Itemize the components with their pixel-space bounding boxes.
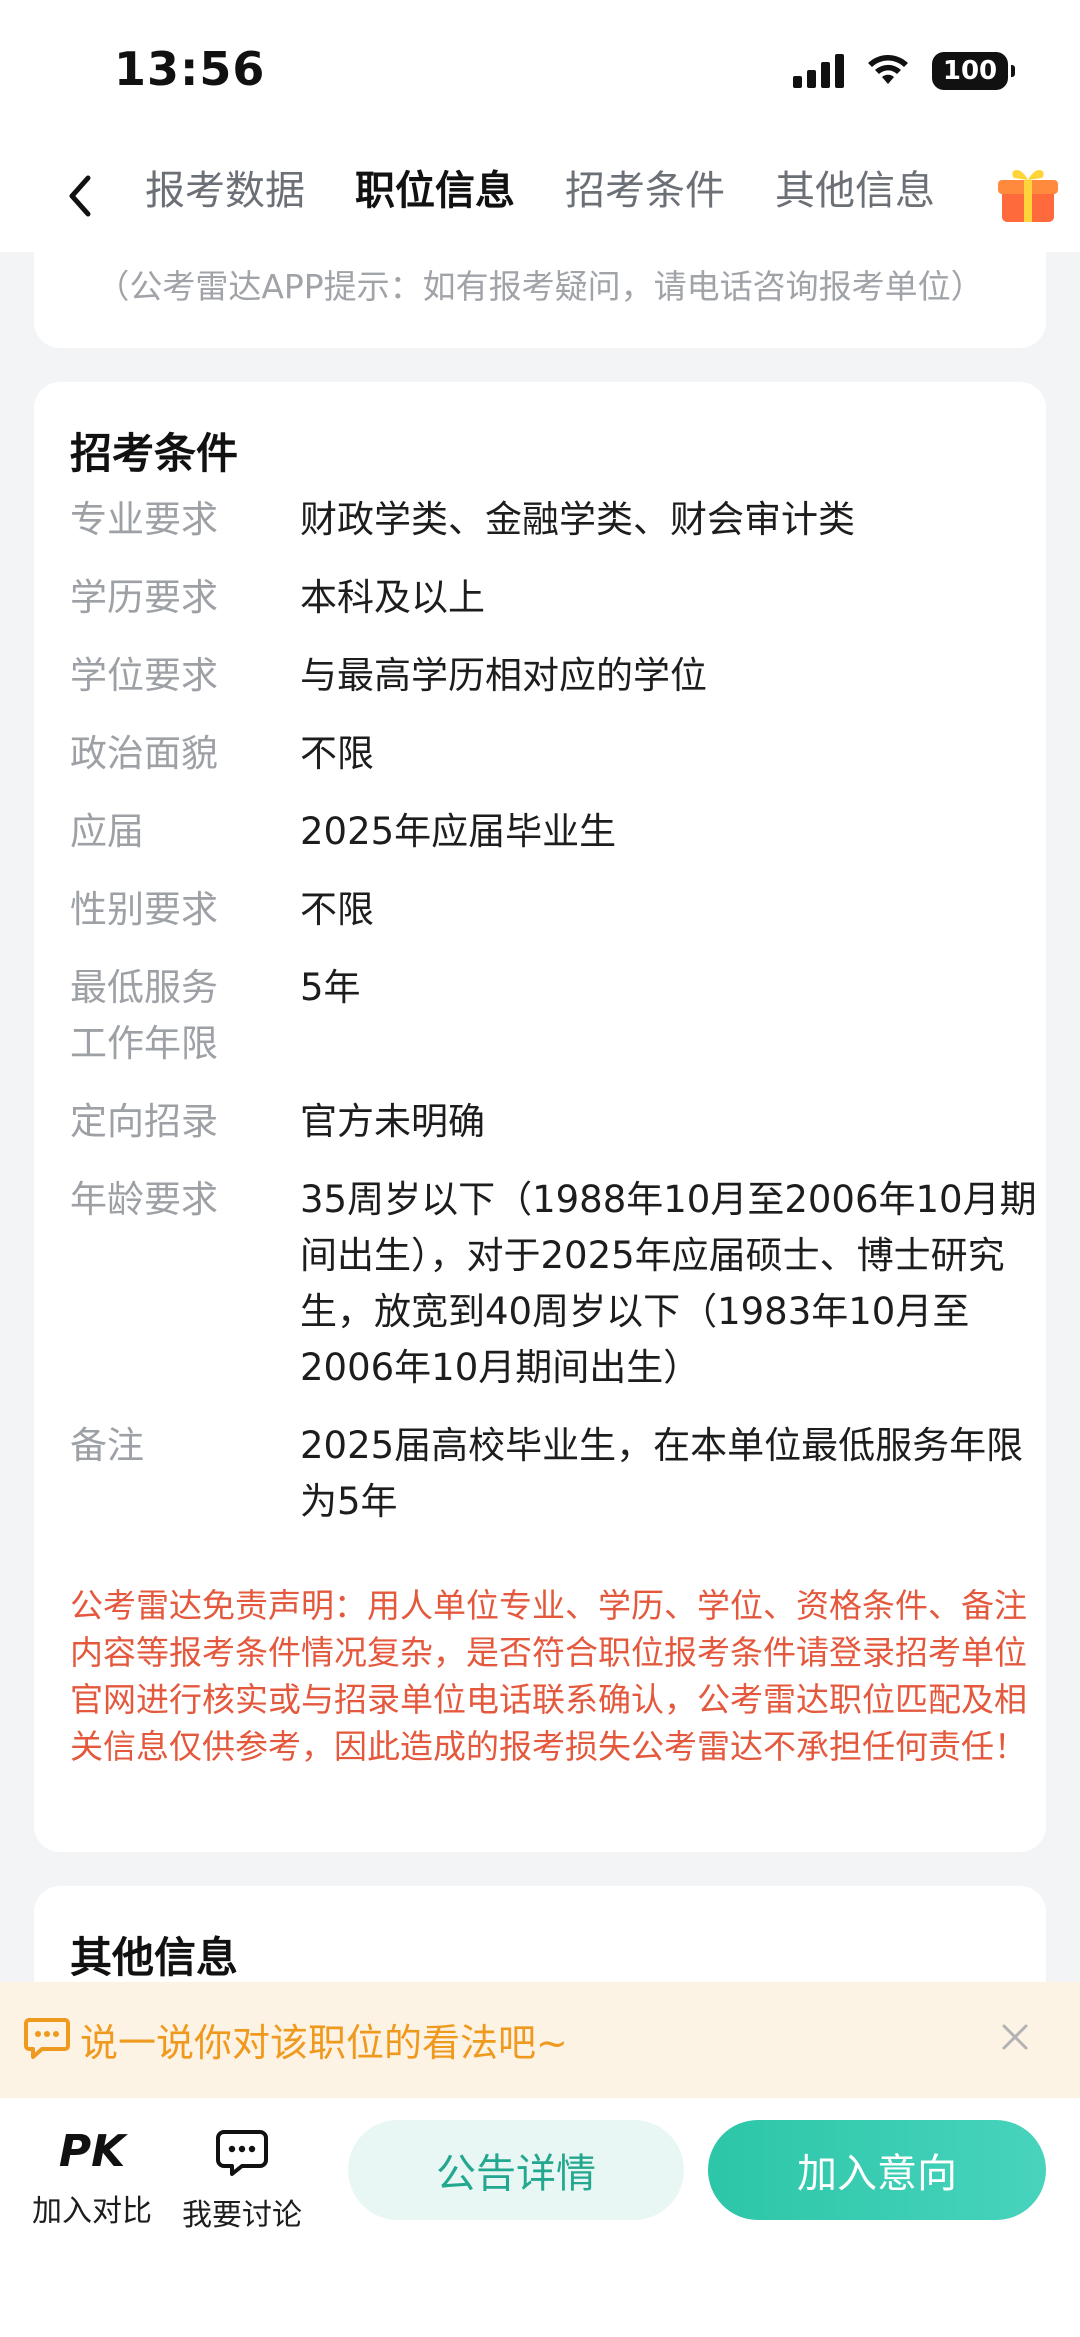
condition-value: 2025年应届毕业生	[300, 810, 617, 853]
discuss-label: 我要讨论	[182, 2198, 302, 2233]
condition-label: 性别要求	[70, 888, 218, 931]
condition-value: 35周岁以下（1988年10月至2006年10月期间出生），对于2025年应届硕…	[300, 1178, 1037, 1389]
chat-bubble-icon	[24, 2018, 70, 2059]
status-bar: 13:56 100	[0, 0, 1080, 140]
condition-label: 最低服务工作年限	[70, 966, 218, 1065]
disclaimer-text: 公考雷达免责声明：用人单位专业、学历、学位、资格条件、备注内容等报考条件情况复杂…	[70, 1586, 1027, 1766]
battery-icon: 100	[932, 52, 1015, 90]
condition-label: 应届	[70, 810, 144, 853]
consult-hint: （公考雷达APP提示：如有报考疑问，请电话咨询报考单位）	[96, 267, 984, 306]
back-icon[interactable]	[60, 168, 100, 224]
condition-value: 不限	[300, 732, 374, 775]
condition-value: 官方未明确	[300, 1100, 485, 1143]
condition-value: 5年	[300, 966, 361, 1009]
condition-label: 备注	[70, 1424, 144, 1467]
condition-label: 定向招录	[70, 1100, 218, 1143]
conditions-card: 招考条件 专业要求 财政学类、金融学类、财会审计类 学历要求 本科及以上 学位要…	[34, 382, 1046, 1852]
pk-icon: PK	[58, 2126, 126, 2177]
wifi-icon	[868, 55, 908, 84]
condition-label: 学历要求	[70, 576, 218, 619]
condition-value: 2025届高校毕业生，在本单位最低服务年限为5年	[300, 1424, 1024, 1523]
gift-icon[interactable]	[994, 160, 1062, 228]
hint-card: （公考雷达APP提示：如有报考疑问，请电话咨询报考单位）	[34, 230, 1046, 348]
comment-prompt: 说一说你对该职位的看法吧~	[80, 2021, 568, 2065]
status-time: 13:56	[114, 42, 266, 96]
condition-value: 本科及以上	[300, 576, 485, 619]
condition-label: 年龄要求	[70, 1178, 218, 1221]
tab-position-info[interactable]: 职位信息	[355, 156, 515, 226]
discuss-action[interactable]: 我要讨论	[162, 2124, 322, 2234]
add-intention-button[interactable]: 加入意向	[708, 2120, 1046, 2220]
close-icon[interactable]	[1000, 2022, 1030, 2052]
tab-other-info[interactable]: 其他信息	[775, 156, 935, 226]
discuss-icon	[216, 2130, 268, 2176]
compare-label: 加入对比	[32, 2194, 152, 2229]
conditions-title: 招考条件	[70, 429, 239, 478]
condition-value: 与最高学历相对应的学位	[300, 654, 707, 697]
status-icons: 100	[793, 52, 1015, 90]
other-info-title: 其他信息	[70, 1933, 239, 1982]
condition-value: 财政学类、金融学类、财会审计类	[300, 498, 855, 541]
notice-details-button[interactable]: 公告详情	[348, 2120, 684, 2220]
signal-icon	[793, 54, 844, 88]
tab-conditions[interactable]: 招考条件	[565, 156, 725, 226]
condition-label: 专业要求	[70, 498, 218, 541]
condition-label: 学位要求	[70, 654, 218, 697]
comment-banner[interactable]: 说一说你对该职位的看法吧~	[0, 1982, 1080, 2098]
tab-bar: 报考数据 职位信息 招考条件 其他信息	[145, 156, 935, 226]
condition-value: 不限	[300, 888, 374, 931]
battery-level: 100	[942, 56, 998, 86]
compare-action[interactable]: PK 加入对比	[12, 2124, 172, 2230]
tab-exam-data[interactable]: 报考数据	[145, 156, 305, 226]
bottom-action-bar: PK 加入对比 我要讨论 公告详情 加入意向	[0, 2098, 1080, 2337]
condition-label: 政治面貌	[70, 732, 218, 775]
